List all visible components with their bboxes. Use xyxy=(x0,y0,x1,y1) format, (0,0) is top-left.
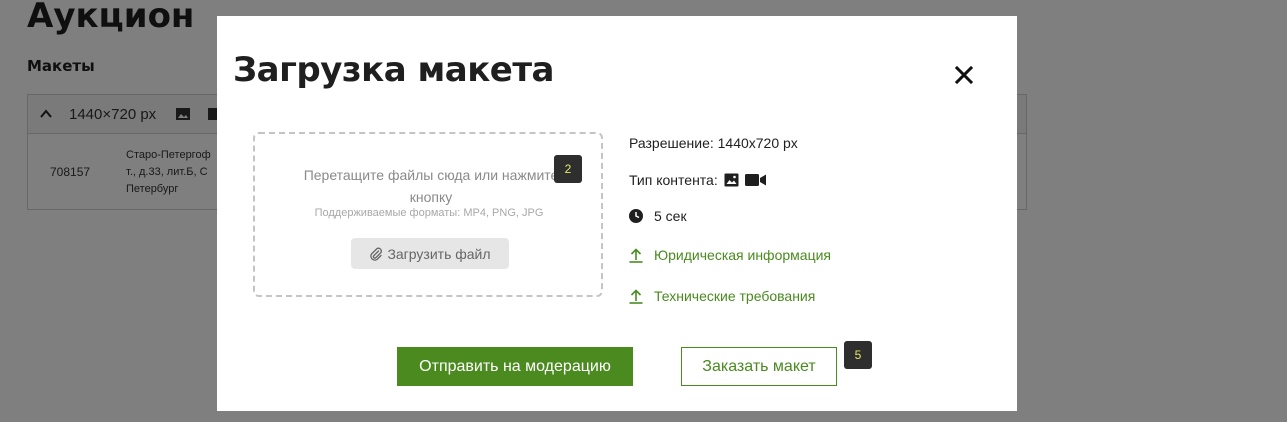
resolution-text: Разрешение: 1440x720 px xyxy=(629,135,798,151)
step-badge: 2 xyxy=(554,155,582,183)
duration-row: 5 сек xyxy=(629,208,687,224)
legal-info-link[interactable]: Юридическая информация xyxy=(629,247,831,263)
order-layout-button[interactable]: Заказать макет xyxy=(681,347,837,386)
paperclip-icon xyxy=(370,247,383,261)
file-dropzone[interactable]: Перетащите файлы сюда или нажмите кнопку… xyxy=(253,132,603,297)
submit-moderation-button[interactable]: Отправить на модерацию xyxy=(397,347,633,386)
upload-icon xyxy=(629,288,643,304)
legal-info-label: Юридическая информация xyxy=(654,247,831,263)
duration-text: 5 сек xyxy=(654,208,687,224)
upload-file-label: Загрузить файл xyxy=(387,245,491,262)
image-icon xyxy=(724,173,739,187)
content-type-label: Тип контента: xyxy=(629,172,718,188)
clock-icon xyxy=(629,209,643,223)
dropzone-formats: Поддерживаемые форматы: MP4, PNG, JPG xyxy=(314,207,544,219)
step-badge: 5 xyxy=(844,341,872,369)
upload-modal: Загрузка макета Перетащите файлы сюда ил… xyxy=(217,16,1017,411)
upload-icon xyxy=(629,247,643,263)
video-icon xyxy=(744,174,766,186)
upload-file-button[interactable]: Загрузить файл xyxy=(351,238,509,269)
close-icon[interactable] xyxy=(953,64,975,86)
dropzone-text: Перетащите файлы сюда или нажмите кнопку xyxy=(303,167,559,205)
tech-requirements-label: Технические требования xyxy=(654,288,816,304)
modal-title: Загрузка макета xyxy=(233,50,555,90)
content-type-row: Тип контента: xyxy=(629,172,767,188)
tech-requirements-link[interactable]: Технические требования xyxy=(629,288,815,304)
